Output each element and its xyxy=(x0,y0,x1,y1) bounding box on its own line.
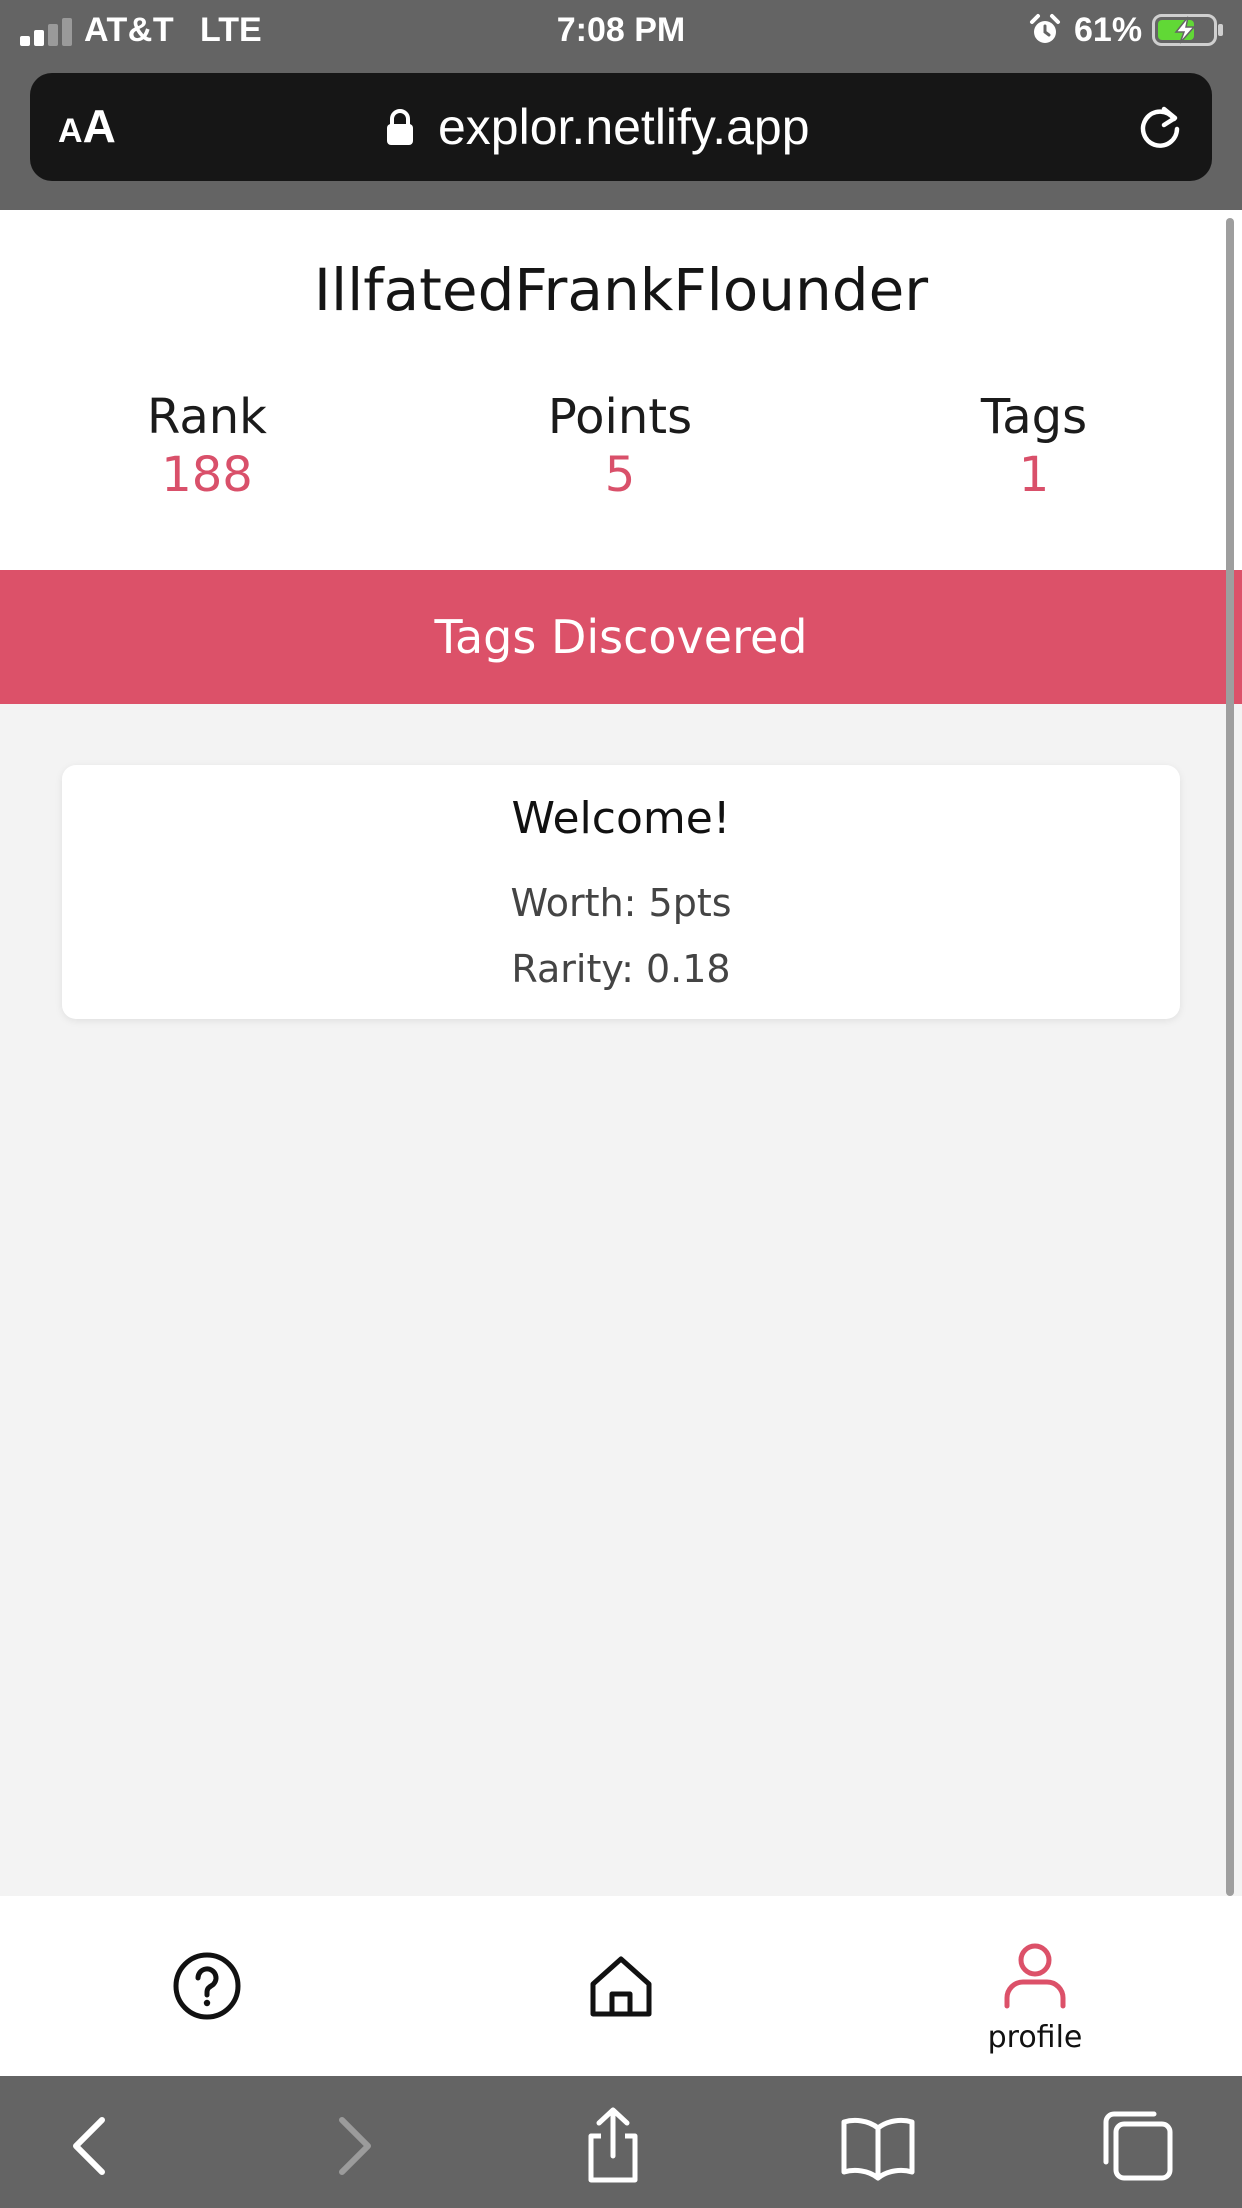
profile-header: IllfatedFrankFlounder Rank 188 Points 5 … xyxy=(0,210,1242,570)
nav-home[interactable] xyxy=(521,1896,721,2076)
stat-rank: Rank 188 xyxy=(57,388,357,504)
stat-label: Rank xyxy=(147,389,267,445)
tabs-icon[interactable] xyxy=(1098,2106,1178,2186)
browser-top-bar: AA explor.netlify.app xyxy=(0,62,1242,210)
text-size-small-letter: A xyxy=(58,112,83,150)
back-icon[interactable] xyxy=(52,2106,132,2186)
url-text[interactable]: explor.netlify.app xyxy=(438,98,810,156)
text-size-big-letter: A xyxy=(82,100,116,152)
tag-rarity: Rarity: 0.18 xyxy=(511,947,731,991)
page-scrollbar[interactable] xyxy=(1226,218,1234,1896)
tag-worth: Worth: 5pts xyxy=(510,881,732,925)
text-size-button[interactable]: AA xyxy=(58,103,116,149)
stat-label: Points xyxy=(547,389,693,445)
tags-discovered-banner: Tags Discovered xyxy=(0,570,1242,704)
help-icon xyxy=(173,1952,241,2020)
reload-icon[interactable] xyxy=(1134,101,1186,153)
alarm-icon xyxy=(1030,14,1060,43)
lock-icon xyxy=(387,109,413,145)
nav-help[interactable] xyxy=(107,1896,307,2076)
share-icon[interactable] xyxy=(573,2106,653,2186)
forward-icon[interactable] xyxy=(312,2106,392,2186)
nav-profile[interactable]: profile xyxy=(935,1896,1135,2076)
stat-value: 5 xyxy=(604,447,636,503)
profile-icon xyxy=(1004,1943,1066,2009)
stat-value: 1 xyxy=(1018,447,1050,503)
username: IllfatedFrankFlounder xyxy=(313,256,929,324)
status-bar: AT&T LTE 7:08 PM 61% xyxy=(0,0,1242,62)
app-bottom-nav: profile xyxy=(0,1896,1242,2076)
tag-card[interactable]: Welcome! Worth: 5pts Rarity: 0.18 xyxy=(62,765,1180,1019)
battery-charging-icon xyxy=(1152,14,1223,46)
battery-percent: 61% xyxy=(1074,11,1143,49)
bookmarks-icon[interactable] xyxy=(838,2106,918,2186)
stat-label: Tags xyxy=(980,389,1088,445)
browser-toolbar xyxy=(0,2076,1242,2208)
stat-points: Points 5 xyxy=(470,388,770,504)
address-bar[interactable]: AA explor.netlify.app xyxy=(30,73,1212,181)
stat-tags: Tags 1 xyxy=(884,388,1184,504)
stat-value: 188 xyxy=(161,447,253,503)
tag-name: Welcome! xyxy=(511,793,731,844)
nav-label: profile xyxy=(987,2020,1083,2055)
home-icon xyxy=(590,1956,652,2017)
